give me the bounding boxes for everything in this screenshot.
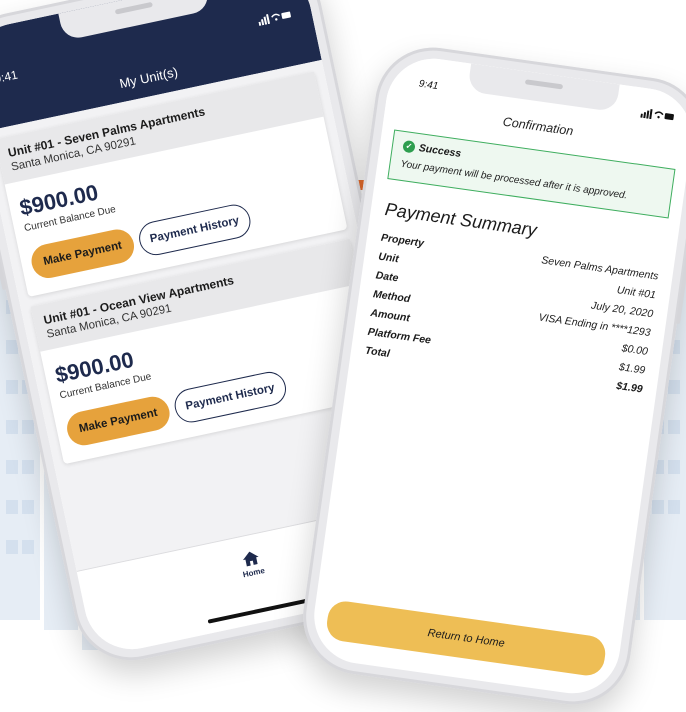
- status-time: 9:41: [0, 67, 19, 87]
- speaker: [114, 1, 153, 15]
- status-time: 9:41: [418, 78, 439, 93]
- payment-history-button[interactable]: Payment History: [135, 201, 254, 259]
- tab-home[interactable]: Home: [220, 545, 284, 583]
- return-to-home-button[interactable]: Return to Home: [324, 599, 608, 678]
- home-indicator: [207, 596, 317, 624]
- status-icons: [257, 9, 293, 29]
- summary-value: $1.99: [615, 379, 644, 396]
- home-icon: [242, 551, 259, 567]
- speaker: [524, 79, 564, 90]
- tab-home-label: Home: [242, 565, 266, 580]
- payment-summary: Property Seven Palms Apartments Unit Uni…: [363, 232, 659, 403]
- make-payment-button[interactable]: Make Payment: [63, 393, 173, 449]
- success-title: Success: [418, 142, 462, 160]
- payment-history-button[interactable]: Payment History: [171, 368, 289, 426]
- check-circle-icon: ✓: [402, 139, 416, 154]
- volume-down-button: [0, 240, 7, 291]
- signal-wifi-battery-icon: [258, 11, 291, 27]
- signal-wifi-battery-icon: [640, 108, 674, 121]
- summary-label: Total: [364, 344, 391, 360]
- status-icons: [640, 108, 675, 126]
- make-payment-button[interactable]: Make Payment: [28, 226, 138, 282]
